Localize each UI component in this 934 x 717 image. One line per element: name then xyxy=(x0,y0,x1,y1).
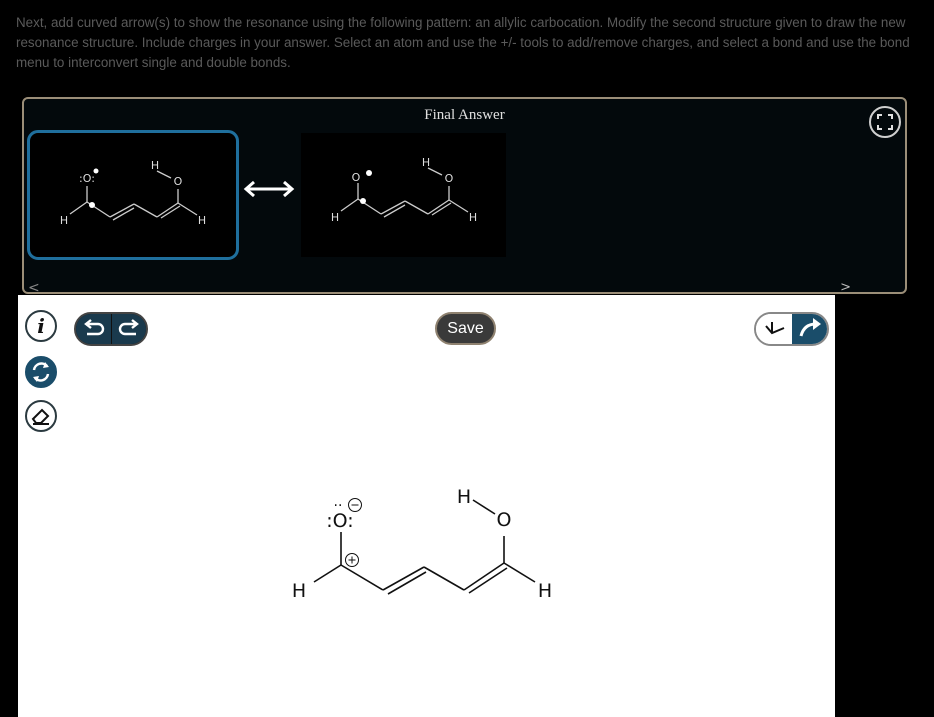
bond-tool-icon xyxy=(765,322,785,335)
main-o-right: O xyxy=(497,509,512,531)
eraser-icon xyxy=(31,408,50,425)
undo-redo-group xyxy=(74,312,148,346)
panel-next-button[interactable]: > xyxy=(840,280,851,295)
main-h-right: H xyxy=(538,580,552,602)
redo-button[interactable] xyxy=(112,314,146,344)
main-structure-drawing[interactable]: :O: .. H O H H xyxy=(270,470,590,610)
main-o-top: :O: xyxy=(326,510,353,532)
fullscreen-button[interactable] xyxy=(869,106,901,138)
resonance-arrow-icon xyxy=(243,180,295,198)
s2-h-left: H xyxy=(331,211,339,224)
s1-h-left: H xyxy=(60,214,68,227)
s2-h-top: H xyxy=(422,156,430,169)
undo-icon xyxy=(84,319,105,336)
main-h-top: H xyxy=(457,486,471,508)
bond-draw-button[interactable] xyxy=(756,314,792,344)
mode-toggle-group xyxy=(754,312,829,346)
reset-button[interactable] xyxy=(25,356,57,388)
panel-prev-button[interactable]: < xyxy=(28,280,40,296)
s1-h-top: H xyxy=(151,159,159,172)
s2-h-right: H xyxy=(469,211,477,224)
expand-icon xyxy=(877,114,893,130)
structure-2-drawing: O H O H H xyxy=(331,156,477,224)
s2-o-right: O xyxy=(445,172,454,185)
resonance-structure-2[interactable]: O H O H H xyxy=(301,133,506,257)
s1-o-right: O xyxy=(174,175,183,188)
final-answer-panel: Final Answer :O: H O H H O H O H H < > xyxy=(22,97,907,296)
eraser-button[interactable] xyxy=(25,400,57,432)
s2-o-top: O xyxy=(352,171,361,184)
info-button[interactable]: i xyxy=(25,310,57,342)
main-h-left: H xyxy=(292,580,306,602)
curved-arrow-button[interactable] xyxy=(792,314,827,344)
reset-icon xyxy=(32,362,50,382)
resonance-structure-1[interactable]: :O: H O H H xyxy=(27,130,239,260)
save-button[interactable]: Save xyxy=(435,312,496,345)
curved-arrow-icon xyxy=(799,318,821,337)
panel-title: Final Answer xyxy=(424,107,505,123)
svg-text:..: .. xyxy=(334,494,343,510)
question-instructions: Next, add curved arrow(s) to show the re… xyxy=(16,15,910,70)
info-icon: i xyxy=(37,314,45,338)
undo-button[interactable] xyxy=(76,314,111,344)
redo-icon xyxy=(118,319,139,336)
structure-1-drawing: :O: H O H H xyxy=(60,159,206,227)
s1-h-right: H xyxy=(198,214,206,227)
s1-o-top: :O: xyxy=(79,172,95,185)
